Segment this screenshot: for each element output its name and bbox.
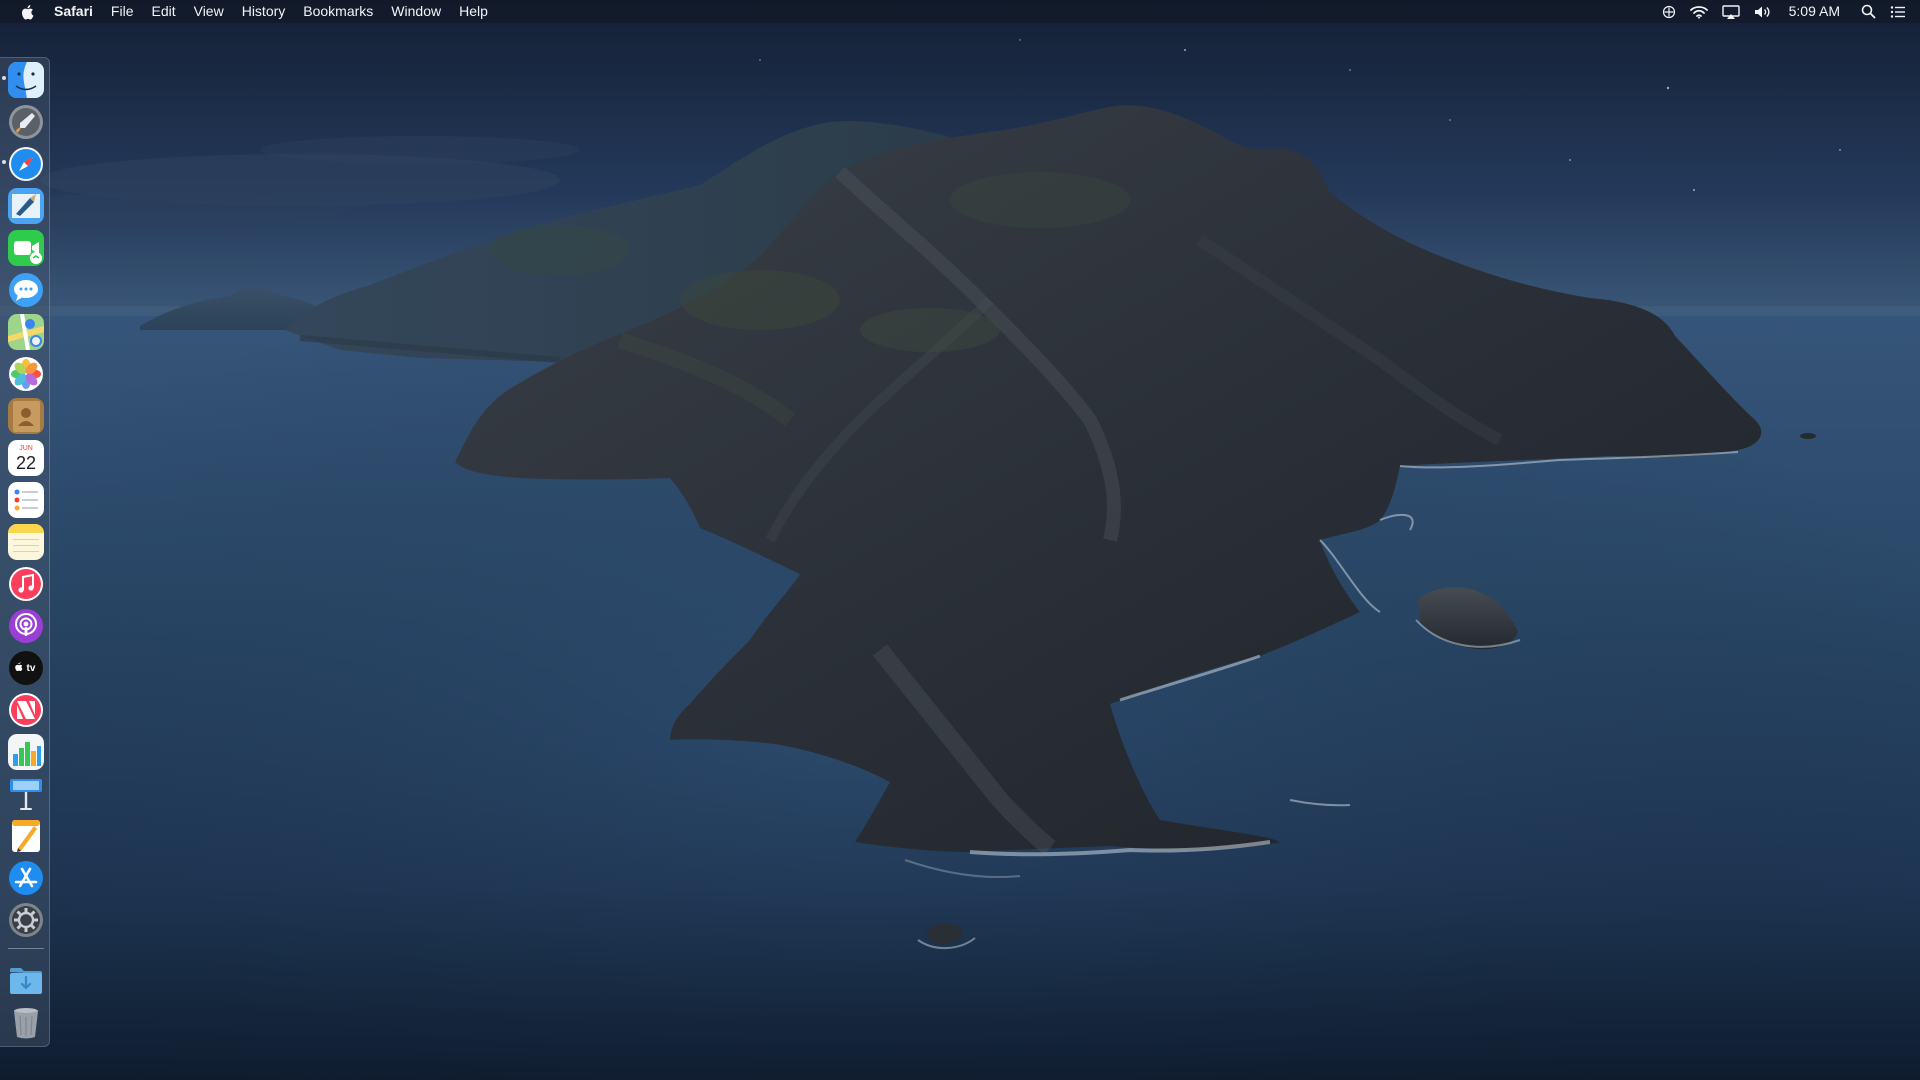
dock-item-launchpad[interactable]: [8, 104, 44, 140]
dock: JUN 22 tv: [0, 57, 50, 1047]
calendar-month: JUN: [19, 445, 33, 452]
launchpad-icon: [9, 105, 43, 139]
maps-icon: [8, 314, 44, 350]
facetime-icon: [8, 230, 44, 266]
dock-item-facetime[interactable]: [8, 230, 44, 266]
photos-icon: [9, 357, 43, 391]
dock-item-contacts[interactable]: [8, 398, 44, 434]
apple-logo-icon[interactable]: [20, 4, 36, 20]
messages-icon: [9, 273, 43, 307]
menu-help[interactable]: Help: [450, 0, 497, 23]
mail-icon: [8, 188, 44, 224]
dock-separator: [8, 948, 44, 949]
app-store-icon: [9, 861, 43, 895]
dock-item-system-preferences[interactable]: [8, 902, 44, 938]
dock-item-trash[interactable]: [8, 1004, 44, 1040]
calendar-icon: JUN 22: [8, 440, 44, 476]
running-indicator: [2, 160, 6, 164]
dock-item-podcasts[interactable]: [8, 608, 44, 644]
tv-label: tv: [27, 663, 36, 674]
calendar-day: 22: [16, 453, 36, 473]
notes-icon: [8, 524, 44, 560]
music-icon: [9, 567, 43, 601]
dock-item-photos[interactable]: [8, 356, 44, 392]
system-preferences-icon: [9, 903, 43, 937]
numbers-icon: [8, 734, 44, 770]
wifi-icon[interactable]: [1689, 0, 1708, 23]
dock-item-calendar[interactable]: JUN 22: [8, 440, 44, 476]
finder-icon: [8, 62, 44, 98]
notification-center-icon[interactable]: [1890, 0, 1906, 23]
dock-item-numbers[interactable]: [8, 734, 44, 770]
volume-icon[interactable]: [1754, 0, 1772, 23]
menu-window[interactable]: Window: [382, 0, 450, 23]
dock-item-notes[interactable]: [8, 524, 44, 560]
pages-icon: [12, 820, 40, 852]
dock-item-messages[interactable]: [8, 272, 44, 308]
spotlight-search-icon[interactable]: [1861, 0, 1876, 23]
dock-item-safari[interactable]: [8, 146, 44, 182]
dock-item-pages[interactable]: [8, 818, 44, 854]
dock-item-downloads[interactable]: [8, 962, 44, 998]
contacts-icon: [8, 398, 44, 434]
dock-item-keynote[interactable]: [8, 776, 44, 812]
app-menu-safari[interactable]: Safari: [54, 0, 102, 23]
reminders-icon: [8, 482, 44, 518]
menu-history[interactable]: History: [233, 0, 295, 23]
dock-item-tv[interactable]: tv: [8, 650, 44, 686]
dock-item-news[interactable]: [8, 692, 44, 728]
running-indicator: [2, 76, 6, 80]
trash-icon: [14, 1008, 38, 1039]
dock-item-app-store[interactable]: [8, 860, 44, 896]
apple-tv-icon: tv: [9, 651, 43, 685]
menu-view[interactable]: View: [185, 0, 233, 23]
dock-item-music[interactable]: [8, 566, 44, 602]
menu-edit[interactable]: Edit: [142, 0, 184, 23]
podcasts-icon: [9, 609, 43, 643]
dock-item-finder[interactable]: [8, 62, 44, 98]
menu-file[interactable]: File: [102, 0, 143, 23]
safari-icon: [9, 147, 43, 181]
news-icon: [9, 693, 43, 727]
menu-bookmarks[interactable]: Bookmarks: [294, 0, 382, 23]
status-menus: 5:09 AM: [1655, 0, 1920, 23]
keynote-icon: [10, 779, 42, 810]
downloads-folder-icon: [10, 968, 42, 994]
menu-bar-clock[interactable]: 5:09 AM: [1789, 0, 1840, 23]
catalina-island-wallpaper: [0, 0, 1920, 1080]
desktop-wallpaper: [0, 0, 1920, 1080]
dock-item-reminders[interactable]: [8, 482, 44, 518]
airplay-icon[interactable]: [1721, 0, 1740, 23]
dock-item-maps[interactable]: [8, 314, 44, 350]
menu-bar: Safari File Edit View History Bookmarks …: [0, 0, 1920, 23]
accessibility-icon[interactable]: [1662, 0, 1676, 23]
dock-item-mail[interactable]: [8, 188, 44, 224]
